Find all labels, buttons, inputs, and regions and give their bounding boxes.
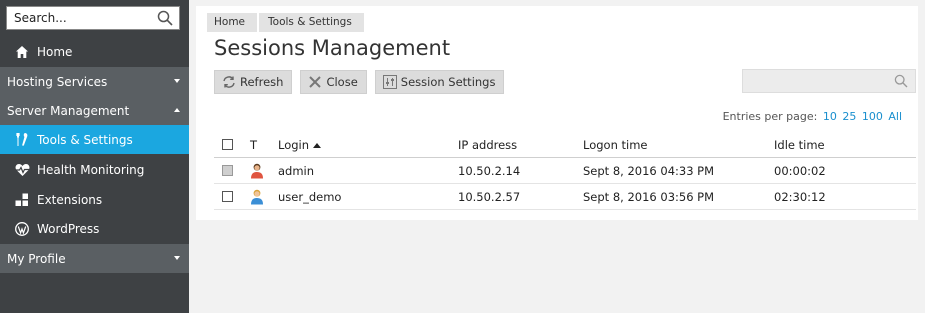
sidebar-item-home[interactable]: Home <box>0 37 189 66</box>
sidebar-item-label: Health Monitoring <box>37 162 145 177</box>
ip-cell: 10.50.2.57 <box>458 190 521 204</box>
per-page-option-10[interactable]: 10 <box>823 110 837 123</box>
sidebar-group-label: Server Management <box>7 103 130 118</box>
tools-icon <box>14 132 30 148</box>
row-checkbox-disabled <box>222 165 233 176</box>
sort-ascending-icon <box>313 143 322 148</box>
idle-time-cell: 02:30:12 <box>774 190 826 204</box>
breadcrumb: Home Tools & Settings <box>207 13 366 32</box>
sidebar-group-my-profile[interactable]: My Profile <box>0 244 189 273</box>
extensions-icon <box>14 192 30 208</box>
heart-pulse-icon <box>14 162 30 178</box>
sidebar-item-label: Extensions <box>37 192 103 207</box>
column-header-logon-time[interactable]: Logon time <box>583 132 648 158</box>
list-search <box>742 69 916 93</box>
page-title: Sessions Management <box>214 36 451 60</box>
sidebar-item-wordpress[interactable]: WordPress <box>0 214 189 243</box>
column-header-type: T <box>250 138 258 152</box>
per-page-option-25[interactable]: 25 <box>842 110 856 123</box>
chevron-down-icon <box>174 256 180 260</box>
sidebar-group-label: Hosting Services <box>7 74 108 89</box>
session-settings-button-label: Session Settings <box>400 75 496 89</box>
ip-cell: 10.50.2.14 <box>458 164 521 178</box>
login-cell: admin <box>278 164 315 178</box>
chevron-up-icon <box>174 108 180 112</box>
sidebar-item-label: Tools & Settings <box>37 132 133 147</box>
column-header-ip[interactable]: IP address <box>458 132 517 158</box>
list-search-input[interactable] <box>743 70 888 92</box>
sidebar-item-extensions[interactable]: Extensions <box>0 185 189 214</box>
sidebar-item-tools-settings[interactable]: Tools & Settings <box>0 125 189 154</box>
toolbar: Refresh Close Session Settings <box>214 70 512 94</box>
settings-sliders-icon <box>382 75 397 89</box>
wordpress-icon <box>14 221 30 237</box>
idle-time-cell: 00:00:02 <box>774 164 826 178</box>
per-page-option-all[interactable]: All <box>888 110 902 123</box>
sessions-table: T Login IP address Logon time Idle time … <box>214 132 916 210</box>
table-row: admin 10.50.2.14 Sept 8, 2016 04:33 PM 0… <box>214 158 916 184</box>
main-content: Home Tools & Settings Sessions Managemen… <box>189 0 925 313</box>
sidebar-item-label: Home <box>37 44 73 59</box>
home-icon <box>14 44 30 60</box>
search-input[interactable] <box>7 7 147 29</box>
sidebar-search <box>6 6 180 30</box>
table-row: user_demo 10.50.2.57 Sept 8, 2016 03:56 … <box>214 184 916 210</box>
breadcrumb-tools-settings[interactable]: Tools & Settings <box>259 13 364 32</box>
column-header-login[interactable]: Login <box>278 132 322 158</box>
breadcrumb-home[interactable]: Home <box>207 13 258 32</box>
refresh-button[interactable]: Refresh <box>214 70 293 94</box>
sidebar-item-label: WordPress <box>37 221 100 236</box>
close-icon <box>308 75 322 89</box>
chevron-down-icon <box>174 79 180 83</box>
regular-user-icon <box>251 189 263 205</box>
sidebar-item-health-monitoring[interactable]: Health Monitoring <box>0 155 189 184</box>
row-checkbox[interactable] <box>222 191 233 202</box>
refresh-icon <box>222 75 236 89</box>
logon-time-cell: Sept 8, 2016 04:33 PM <box>583 164 715 178</box>
select-all-checkbox[interactable] <box>222 139 233 150</box>
login-cell: user_demo <box>278 190 342 204</box>
sidebar-group-label: My Profile <box>7 251 66 266</box>
per-page-option-100[interactable]: 100 <box>862 110 883 123</box>
refresh-button-label: Refresh <box>240 75 284 89</box>
search-icon[interactable] <box>157 10 173 26</box>
entries-per-page: Entries per page: 10 25 100 All <box>723 110 902 123</box>
search-icon[interactable] <box>894 74 908 88</box>
sidebar-group-hosting-services[interactable]: Hosting Services <box>0 67 189 96</box>
content-panel: Home Tools & Settings Sessions Managemen… <box>196 6 918 220</box>
admin-user-icon <box>251 163 263 179</box>
logon-time-cell: Sept 8, 2016 03:56 PM <box>583 190 715 204</box>
sidebar: Home Hosting Services Server Management … <box>0 0 189 313</box>
table-header: T Login IP address Logon time Idle time <box>214 132 916 158</box>
session-settings-button[interactable]: Session Settings <box>374 70 505 94</box>
column-header-idle-time[interactable]: Idle time <box>774 132 825 158</box>
sidebar-group-server-management[interactable]: Server Management <box>0 96 189 125</box>
close-button[interactable]: Close <box>300 70 367 94</box>
column-header-login-label: Login <box>278 138 310 152</box>
entries-per-page-label: Entries per page: <box>722 110 818 123</box>
close-button-label: Close <box>326 75 358 89</box>
